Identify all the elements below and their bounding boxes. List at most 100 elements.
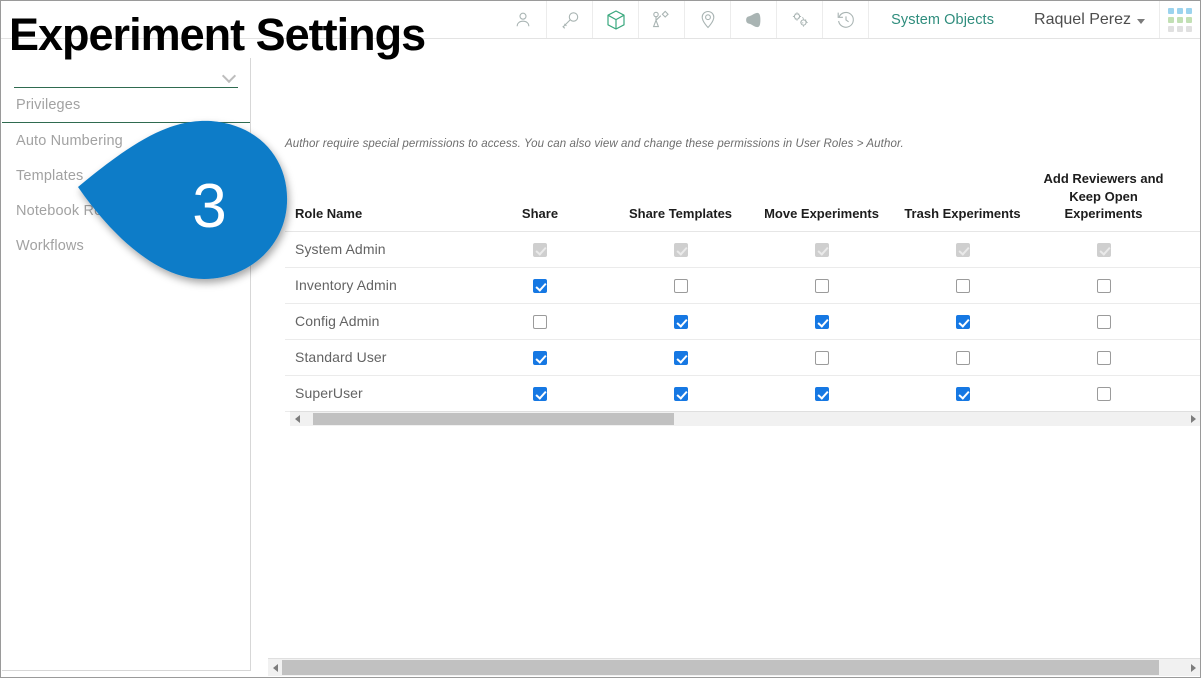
cell-permission (1174, 231, 1200, 268)
cell-permission (470, 303, 610, 340)
announcement-icon[interactable] (730, 1, 776, 38)
table-horizontal-scrollbar[interactable] (290, 411, 1200, 426)
permission-checkbox[interactable] (1096, 351, 1111, 366)
cell-permission (892, 303, 1033, 340)
column-header-trash-experiments: Trash Experiments (892, 170, 1033, 232)
cell-permission (1033, 375, 1174, 412)
permission-checkbox[interactable] (955, 279, 970, 294)
table-row: Standard User (285, 339, 1200, 376)
workflow-icon[interactable] (638, 1, 684, 38)
scroll-left-arrow-icon[interactable] (268, 659, 282, 676)
cell-permission (751, 303, 892, 340)
scroll-right-arrow-icon[interactable] (1186, 412, 1200, 426)
system-objects-label: System Objects (891, 11, 995, 28)
application-window: System Objects Raquel Perez Privileges A… (0, 0, 1201, 678)
permission-checkbox[interactable] (673, 351, 688, 366)
location-pin-icon[interactable] (684, 1, 730, 38)
table-row: SuperUser (285, 375, 1200, 412)
gears-icon[interactable] (776, 1, 822, 38)
cell-permission (470, 375, 610, 412)
settings-category-select[interactable] (14, 58, 238, 88)
cell-permission (892, 267, 1033, 304)
permission-checkbox (1096, 243, 1111, 258)
header-icon-group (500, 1, 868, 38)
cell-permission (610, 267, 751, 304)
cell-role-name: System Admin (285, 231, 470, 268)
cell-permission (751, 267, 892, 304)
cell-permission (1033, 339, 1174, 376)
callout-teardrop-shape (78, 120, 288, 279)
permission-checkbox[interactable] (533, 279, 547, 294)
permission-checkbox[interactable] (533, 387, 547, 402)
permission-checkbox[interactable] (814, 315, 829, 330)
cell-role-name: Standard User (285, 339, 470, 376)
permission-checkbox[interactable] (1096, 387, 1111, 402)
user-name-label: Raquel Perez (1034, 10, 1131, 28)
permission-checkbox[interactable] (814, 351, 829, 366)
chevron-down-icon (1137, 19, 1145, 24)
cell-permission (1033, 231, 1174, 268)
chevron-down-icon (221, 68, 237, 84)
cell-permission (610, 375, 751, 412)
cell-permission (470, 339, 610, 376)
permissions-table: Role Name Share Share Templates Move Exp… (285, 170, 1200, 412)
permission-checkbox[interactable] (673, 387, 688, 402)
table-row: Inventory Admin (285, 267, 1200, 304)
table-header-row: Role Name Share Share Templates Move Exp… (285, 170, 1200, 232)
cube-icon[interactable] (592, 1, 638, 38)
permission-checkbox (533, 243, 547, 258)
cell-role-name: Inventory Admin (285, 267, 470, 304)
table-scroll-thumb[interactable] (312, 413, 675, 425)
permission-checkbox (673, 243, 688, 258)
permission-checkbox[interactable] (955, 387, 970, 402)
page-scroll-thumb[interactable] (282, 660, 1159, 675)
system-objects-link[interactable]: System Objects (868, 1, 1012, 38)
scroll-left-arrow-icon[interactable] (290, 412, 304, 426)
permission-checkbox (814, 243, 829, 258)
cell-permission (470, 267, 610, 304)
cell-permission (892, 231, 1033, 268)
column-header-extra-1 (1174, 170, 1200, 232)
cell-permission (1033, 303, 1174, 340)
permission-checkbox[interactable] (1096, 315, 1111, 330)
cell-permission (470, 231, 610, 268)
page-horizontal-scrollbar[interactable] (268, 658, 1200, 676)
cell-permission (610, 231, 751, 268)
permission-checkbox[interactable] (1096, 279, 1111, 294)
page-scroll-track[interactable] (282, 659, 1186, 676)
cell-permission (751, 375, 892, 412)
cell-permission (892, 375, 1033, 412)
permission-checkbox (955, 243, 970, 258)
permission-checkbox[interactable] (673, 315, 688, 330)
sidebar-item-label: Privileges (16, 97, 81, 113)
scroll-right-arrow-icon[interactable] (1186, 659, 1200, 676)
grid-dots-icon (1168, 7, 1192, 32)
app-launcher-button[interactable] (1159, 1, 1200, 38)
cell-permission (751, 339, 892, 376)
column-header-role-name: Role Name (285, 170, 470, 232)
cell-permission (751, 231, 892, 268)
cell-role-name: SuperUser (285, 375, 470, 412)
column-header-share: Share (470, 170, 610, 232)
cell-permission (1033, 267, 1174, 304)
history-icon[interactable] (822, 1, 868, 38)
column-header-move-experiments: Move Experiments (751, 170, 892, 232)
user-icon[interactable] (500, 1, 546, 38)
permission-checkbox[interactable] (814, 279, 829, 294)
permission-checkbox[interactable] (533, 315, 547, 330)
user-menu[interactable]: Raquel Perez (1012, 1, 1159, 38)
permission-checkbox[interactable] (955, 315, 970, 330)
column-header-share-templates: Share Templates (610, 170, 751, 232)
permission-checkbox[interactable] (673, 279, 688, 294)
table-scroll-track[interactable] (304, 412, 1186, 426)
permission-checkbox[interactable] (533, 351, 547, 366)
key-icon[interactable] (546, 1, 592, 38)
page-title: Experiment Settings (9, 9, 426, 60)
table-row: Config Admin (285, 303, 1200, 340)
permission-checkbox[interactable] (955, 351, 970, 366)
table-row: System Admin (285, 231, 1200, 268)
permission-checkbox[interactable] (814, 387, 829, 402)
sidebar-item-privileges[interactable]: Privileges (2, 88, 250, 123)
permissions-note: Author require special permissions to ac… (285, 138, 904, 150)
cell-permission (1174, 339, 1200, 376)
